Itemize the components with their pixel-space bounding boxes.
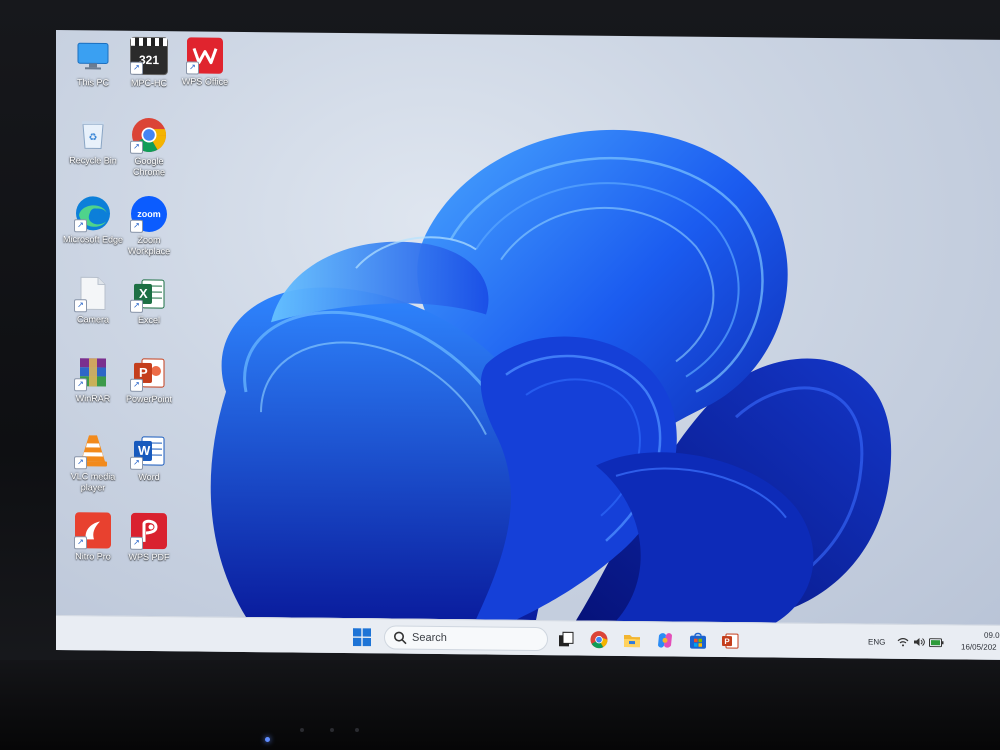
- shortcut-arrow-icon: ↗: [74, 378, 87, 392]
- mpc-hc-icon: 321 ↗: [130, 36, 168, 76]
- wifi-button[interactable]: [896, 635, 910, 649]
- shortcut-arrow-icon: ↗: [130, 140, 143, 154]
- shortcut-arrow-icon: ↗: [130, 61, 143, 75]
- icon-label: Nitro Pro: [75, 551, 111, 562]
- search-placeholder: Search: [412, 631, 447, 645]
- icon-label: PowerPoint: [125, 393, 173, 405]
- volume-button[interactable]: [912, 635, 926, 649]
- nitro-icon: ↗: [74, 512, 111, 550]
- excel-icon: X ↗: [130, 276, 167, 313]
- shortcut-arrow-icon: ↗: [186, 61, 199, 75]
- taskbar-chrome[interactable]: [589, 630, 609, 650]
- bezel-sensor-dot: [330, 728, 334, 732]
- icon-label: Recycle Bin: [69, 155, 117, 166]
- desktop-icon-excel[interactable]: X ↗ Excel: [118, 276, 180, 327]
- shortcut-arrow-icon: ↗: [130, 299, 143, 313]
- word-glyph-text: W: [138, 442, 151, 458]
- monitor-icon: [75, 38, 111, 74]
- shortcut-arrow-icon: ↗: [130, 219, 143, 233]
- desktop-icon-nitro-pro[interactable]: ↗ Nitro Pro: [62, 512, 124, 563]
- clock-date[interactable]: 16/05/202: [961, 642, 997, 651]
- icon-label: WinRAR: [75, 393, 111, 404]
- copilot-icon: [658, 633, 672, 648]
- wps-office-icon: ↗: [186, 37, 223, 75]
- taskbar-file-explorer[interactable]: [622, 630, 642, 650]
- icon-label: VLC media player: [70, 471, 116, 493]
- shortcut-arrow-icon: ↗: [74, 536, 87, 550]
- svg-text:♻: ♻: [89, 132, 98, 143]
- start-button[interactable]: [352, 627, 372, 647]
- desktop-icon-google-chrome[interactable]: ↗ Google Chrome: [118, 117, 180, 179]
- excel-glyph-text: X: [139, 285, 148, 301]
- language-indicator[interactable]: ENG: [868, 638, 885, 647]
- taskbar-powerpoint[interactable]: P: [720, 631, 740, 651]
- desktop-icon-vlc[interactable]: ↗ VLC media player: [62, 432, 124, 494]
- desktop-icon-recycle-bin[interactable]: ♻ Recycle Bin: [62, 116, 124, 167]
- desktop-icon-wps-office[interactable]: ↗ WPS Office: [174, 37, 236, 88]
- desktop-icon-winrar[interactable]: ↗ WinRAR: [62, 354, 124, 405]
- task-view-button[interactable]: [556, 629, 576, 649]
- svg-text:P: P: [724, 637, 730, 646]
- search-icon: [394, 631, 407, 645]
- desktop-icon-zoom-workplace[interactable]: zoom ↗ Zoom Workplace: [118, 195, 180, 258]
- wps-pdf-icon: ↗: [130, 512, 167, 550]
- shortcut-arrow-icon: ↗: [130, 536, 143, 550]
- power-led: [265, 737, 270, 742]
- battery-charging-icon: [928, 637, 943, 647]
- icon-label: Excel: [137, 314, 160, 326]
- zoom-icon: zoom ↗: [130, 195, 167, 233]
- word-icon: W ↗: [130, 433, 167, 470]
- bezel-sensor-dot: [300, 728, 304, 732]
- icon-label: This PC: [76, 77, 109, 88]
- desktop-icon-camera[interactable]: ↗ Camera: [62, 275, 124, 326]
- shortcut-arrow-icon: ↗: [74, 219, 87, 233]
- powerpoint-icon: P ↗: [130, 355, 167, 392]
- chrome-icon: [590, 631, 608, 649]
- wifi-icon: [897, 638, 909, 647]
- clock-time[interactable]: 09.0: [984, 631, 1000, 640]
- icon-label: WPS Office: [181, 76, 229, 87]
- icon-label: WPS PDF: [128, 551, 170, 563]
- shortcut-arrow-icon: ↗: [130, 456, 143, 470]
- taskbar-copilot[interactable]: [655, 630, 675, 650]
- taskbar-search-box[interactable]: Search: [384, 625, 548, 652]
- desktop-icon-mpc-hc[interactable]: 321 ↗ MPC-HC: [118, 36, 180, 90]
- bezel-sensor-dot: [355, 728, 359, 732]
- file-explorer-icon: [624, 634, 640, 648]
- desktop-icon-microsoft-edge[interactable]: ↗ Microsoft Edge: [62, 195, 124, 246]
- desktop-icon-this-pc[interactable]: This PC: [62, 38, 124, 89]
- windows-logo-icon: [353, 628, 371, 647]
- shortcut-arrow-icon: ↗: [130, 378, 143, 392]
- edge-icon: ↗: [74, 195, 111, 233]
- powerpoint-glyph-text: P: [139, 364, 148, 380]
- shortcut-arrow-icon: ↗: [74, 456, 87, 470]
- icon-label: Google Chrome: [132, 155, 165, 178]
- vlc-icon: ↗: [74, 432, 111, 470]
- icon-label: Word: [138, 471, 160, 483]
- powerpoint-icon: P: [722, 633, 739, 649]
- store-icon: [690, 632, 706, 649]
- desktop-icon-wps-pdf[interactable]: ↗ WPS PDF: [118, 512, 180, 564]
- file-icon: ↗: [74, 275, 111, 313]
- battery-button[interactable]: [928, 635, 944, 649]
- monitor-chin: [0, 660, 1000, 750]
- icon-label: MPC-HC: [131, 77, 167, 89]
- recycle-bin-icon: ♻: [75, 116, 111, 152]
- bloom-wallpaper: [210, 129, 892, 623]
- shortcut-arrow-icon: ↗: [74, 299, 87, 313]
- winrar-icon: ↗: [74, 354, 111, 392]
- speaker-icon: [914, 638, 925, 647]
- taskbar-store[interactable]: [688, 631, 708, 651]
- desktop-icon-powerpoint[interactable]: P ↗ PowerPoint: [118, 355, 180, 406]
- desktop-icon-word[interactable]: W ↗ Word: [118, 433, 180, 484]
- task-view-icon: [559, 631, 574, 647]
- chrome-icon: ↗: [130, 117, 167, 154]
- zoom-glyph-text: zoom: [137, 208, 161, 220]
- icon-label: Camera: [76, 314, 109, 325]
- icon-label: Zoom Workplace: [127, 234, 171, 257]
- desktop-screen: This PC 321 ↗ MPC-HC ↗ WPS Office ♻ Recy…: [56, 30, 1000, 660]
- icon-label: Microsoft Edge: [62, 234, 124, 245]
